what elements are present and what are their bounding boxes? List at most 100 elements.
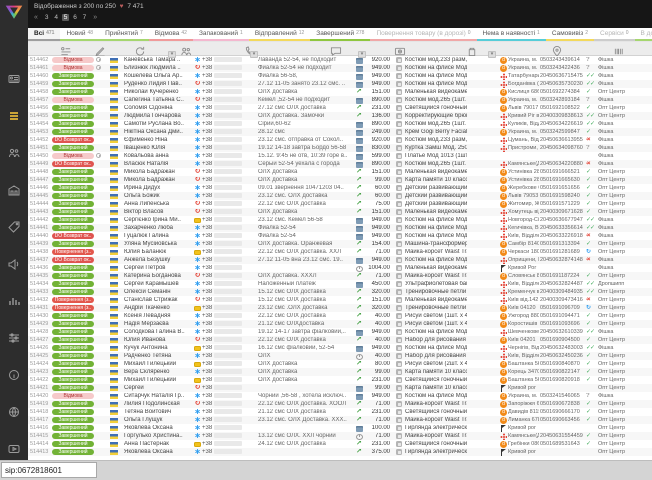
sidebar-clients-icon[interactable] <box>0 140 28 166</box>
sidebar-orders-icon[interactable] <box>0 103 28 129</box>
favorites-heart-icon[interactable]: ♥ <box>120 3 124 10</box>
order-row[interactable]: 514426 Завершений Кучук Антонина +38 16.… <box>28 344 652 352</box>
order-row[interactable]: 514462 Відмова Каневська Тамара .. ∗ +38… <box>28 56 652 64</box>
page-button[interactable]: 5 <box>62 14 70 21</box>
order-row[interactable]: 514440 DO Возврат ок.. Гуцалюк Галина ∗ … <box>28 232 652 240</box>
ttn-number[interactable]: 0503243439614 <box>540 57 586 63</box>
order-row[interactable]: 514454 Завершений Самотій Руслана Во.. ∗… <box>28 120 652 128</box>
ttn-number[interactable]: 0501690904500 <box>540 337 586 343</box>
order-row[interactable]: 514445 Завершений Ольга Божик ∗ +38 23.1… <box>28 192 652 200</box>
ttn-number[interactable]: 0501690672838 <box>540 401 586 407</box>
column-filter-button[interactable]: ▾ <box>488 51 496 58</box>
status-tab[interactable]: В дорозі додому0 <box>635 28 652 41</box>
page-button[interactable]: 7 <box>81 14 89 21</box>
page-button[interactable]: 4 <box>52 14 60 21</box>
sidebar-dashboard-icon[interactable] <box>0 66 28 92</box>
column-filter-button[interactable]: ▾ <box>250 51 258 58</box>
status-tab[interactable]: Запакований1 <box>193 28 249 41</box>
column-filter-button[interactable]: ▾ <box>168 51 176 58</box>
ttn-number[interactable]: 0501690822147 <box>540 369 586 375</box>
order-row[interactable]: 514457 Відмова Сапегина Татьяна С.. ↻ +3… <box>28 96 652 104</box>
order-row[interactable]: 514423 Завершений Вера Скляренко ∗ +38 О… <box>28 368 652 376</box>
order-row[interactable]: 514424 Завершений Михаил Гилецький +38 О… <box>28 360 652 368</box>
ttn-number[interactable]: 20400309473416 <box>540 297 586 303</box>
order-row[interactable]: 514448 Завершений Микола Бадражан ↻ +38 … <box>28 168 652 176</box>
order-row[interactable]: 514446 Завершений Ирина Дидух ∗ +38 09.0… <box>28 184 652 192</box>
order-row[interactable]: 514459 Завершений Руденко Лидия Пав.. ↻ … <box>28 80 652 88</box>
ttn-number[interactable]: 20450632610339 <box>540 329 586 335</box>
order-row[interactable]: 514428 Завершений Солодкова Галина В.. ∗… <box>28 328 652 336</box>
order-row[interactable]: 514449 DO Возврат ок.. Власюк Наталія ∗ … <box>28 160 652 168</box>
status-tab[interactable]: Прийнятий7 <box>99 28 149 41</box>
order-row[interactable]: 514436 Завершений Сергей Петров ∗ +38 10… <box>28 264 652 272</box>
pagination-last-button[interactable]: » <box>93 14 97 21</box>
order-row[interactable]: 514451 Завершений Іващенко Юлія ∗ +38 19… <box>28 144 652 152</box>
order-row[interactable]: 514455 Завершений Людмила Гончарова ∗ +3… <box>28 112 652 120</box>
pagination-first-button[interactable]: « <box>34 14 38 21</box>
ttn-number[interactable]: 0501691666521 <box>540 169 586 175</box>
sidebar-statistics-icon[interactable] <box>0 288 28 314</box>
order-row[interactable]: 514443 Завершений Віктор Власов ↻ +38 ОЛ… <box>28 208 652 216</box>
status-tab[interactable]: Відмова42 <box>149 28 193 41</box>
page-button[interactable]: 3 <box>43 14 51 21</box>
ttn-number[interactable]: 0501690666170 <box>540 409 586 415</box>
ttn-number[interactable]: 20400309838613 <box>540 113 586 119</box>
ttn-number[interactable]: 0503241546065 <box>540 393 586 399</box>
ttn-number[interactable]: 0503242599847 <box>540 129 586 135</box>
ttn-number[interactable]: 0501691093696 <box>540 321 586 327</box>
order-row[interactable]: 514458 Завершений Николай Кучеренко ∗ +3… <box>28 88 652 96</box>
order-row[interactable]: 514442 Завершений Сергієнко Ірина Ми.. +… <box>28 216 652 224</box>
ttn-number[interactable]: 20450633356614 <box>540 225 586 231</box>
order-row[interactable]: 514444 Завершений Анна Липенська ↻ +38 2… <box>28 200 652 208</box>
order-row[interactable]: 514435 Завершений Катерина Богданова ↻ +… <box>28 272 652 280</box>
ttn-number[interactable]: 20450632824487 <box>540 281 586 287</box>
sidebar-settings-icon[interactable] <box>0 325 28 351</box>
status-tab[interactable]: Самовивіз2 <box>546 28 594 41</box>
order-row[interactable]: 514430 Завершений Ксенія Левадняя ∗ +38 … <box>28 312 652 320</box>
ttn-number[interactable]: 0501691187224 <box>540 273 586 279</box>
ttn-number[interactable]: 0501691571229 <box>540 201 586 207</box>
ttn-number[interactable]: 0501691598240 <box>540 193 586 199</box>
order-row[interactable]: 514429 Завершений Надія Мерзаєва ∗ +38 2… <box>28 320 652 328</box>
order-row[interactable]: 514418 Завершений Тетяна Войтович ∗ +38 … <box>28 408 652 416</box>
order-row[interactable]: 514453 Завершений Нікітіна Оксана Дми.. … <box>28 128 652 136</box>
sidebar-announcements-icon[interactable] <box>0 251 28 277</box>
ttn-number[interactable]: 20450634220880 <box>540 161 586 167</box>
sidebar-price-tag-icon[interactable] <box>0 214 28 240</box>
ttn-number[interactable]: 0501691094471 <box>540 313 586 319</box>
ttn-number[interactable]: 0501692274384 <box>540 89 586 95</box>
ttn-number[interactable]: 20400309484935 <box>540 289 586 295</box>
ttn-number[interactable]: 20450635730230 <box>540 81 586 87</box>
order-row[interactable]: 514431 Повернення (з.. Андрій Ткаченко +… <box>28 304 652 312</box>
ttn-number[interactable]: 0501690840870 <box>540 361 586 367</box>
ttn-number[interactable]: 20400309671628 <box>540 209 586 215</box>
status-tab[interactable]: Сервіси0 <box>594 28 634 41</box>
sidebar-info-icon[interactable] <box>0 362 28 388</box>
order-row[interactable]: 514438 Повернення (з.. Юлия Баланюк +38 … <box>28 248 652 256</box>
ttn-number[interactable]: 0501692108522 <box>540 105 586 111</box>
column-filter-button[interactable]: ▾ <box>358 51 366 58</box>
order-row[interactable]: 514452 DO Возврат ок.. Єфименко Ніна ∗ +… <box>28 136 652 144</box>
order-row[interactable]: 514425 Завершений Радченко Тетяна ∗ +38 … <box>28 352 652 360</box>
status-tab[interactable]: Повернення товару (в дорозі)0 <box>370 28 476 41</box>
status-tab[interactable]: Відправлений12 <box>249 28 310 41</box>
page-button[interactable]: 6 <box>71 14 79 21</box>
ttn-number[interactable]: 0501691665630 <box>540 177 586 183</box>
ttn-number[interactable]: 20450636715475 <box>540 73 586 79</box>
ttn-number[interactable]: 20450634098760 <box>540 145 586 151</box>
order-row[interactable]: 514456 Завершений Соломія Сідоніна ∗ +38… <box>28 104 652 112</box>
ttn-number[interactable]: 0503242893184 <box>540 97 586 103</box>
order-row[interactable]: 514419 Завершений Лилия Подолинская ↻ +3… <box>28 400 652 408</box>
order-row[interactable]: 514441 Завершений Захарченко Люба ∗ +38 … <box>28 224 652 232</box>
ttn-number[interactable]: 20450632483003 <box>540 345 586 351</box>
ttn-number[interactable]: 20450634226619 <box>540 121 586 127</box>
order-row[interactable]: 514439 Завершений Уляна Мусійовська ∗ +3… <box>28 240 652 248</box>
order-row[interactable]: 514421 Завершений Сергей ↻ +38 99.00 Кар… <box>28 384 652 392</box>
order-row[interactable]: 514437 DO Возврат ок.. Анжела Безушку ∗ … <box>28 256 652 264</box>
app-logo-icon[interactable] <box>5 4 23 20</box>
ttn-number[interactable]: 0501691313394 <box>540 241 586 247</box>
order-row[interactable]: 514447 Завершений Микола Бадражан ↻ +38 … <box>28 176 652 184</box>
order-row[interactable]: 514427 Завершений Юлия Иванова ↻ +38 22.… <box>28 336 652 344</box>
order-row[interactable]: 514417 Завершений Ольга Глущук ∗ +38 23.… <box>28 416 652 424</box>
order-row[interactable]: 514434 Завершений Сергей Карамышев ∗ +38… <box>28 280 652 288</box>
